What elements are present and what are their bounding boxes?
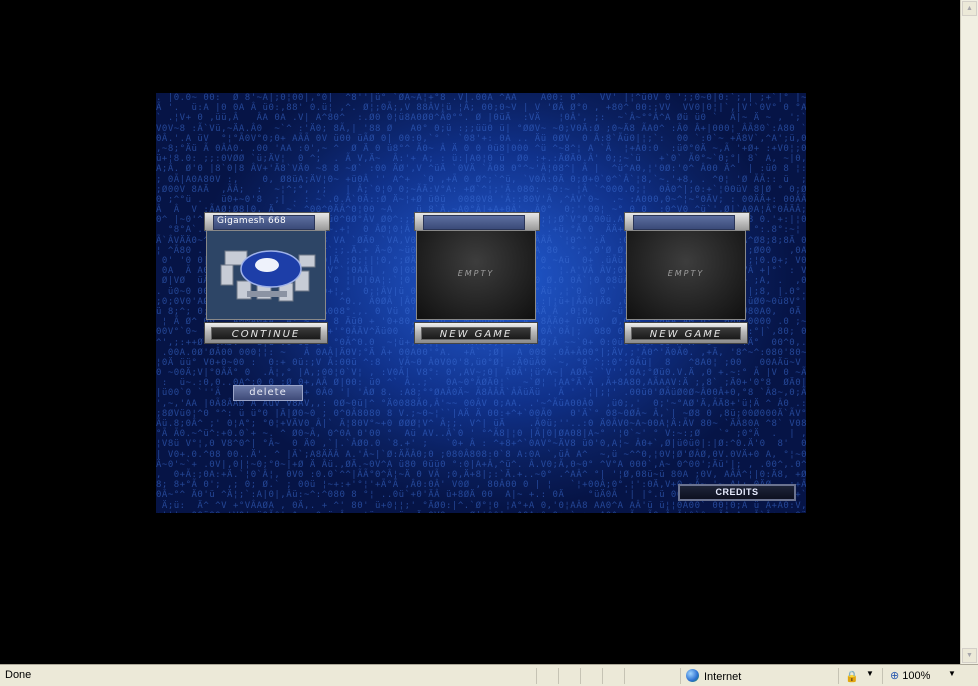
slot-1-title: Gigamesh 668	[217, 216, 287, 226]
vertical-scrollbar[interactable]: ▲ ▼	[960, 0, 978, 664]
scroll-down-icon[interactable]: ▼	[962, 648, 977, 663]
credits-button[interactable]: CREDITS	[678, 484, 796, 501]
magnifier-icon: ⊕	[890, 670, 900, 682]
zoom-control[interactable]: ⊕ 100%	[890, 669, 930, 682]
save-slot-2: EMPTY NEW GAME	[414, 212, 540, 348]
new-game-button-slot-2[interactable]: NEW GAME	[414, 322, 538, 344]
slot-1-preview[interactable]	[206, 230, 326, 320]
browser-viewport: . |0.0~ 00: Ø 8'~Ä|;0¦00|,°0| ^8''|ü° `Ø…	[0, 0, 960, 664]
slot-2-empty-label: EMPTY	[457, 269, 495, 278]
browser-status-bar: Done Internet 🔒 ▼ ⊕ 100% ▼	[0, 664, 978, 686]
status-text: Done	[5, 669, 32, 681]
continue-button[interactable]: CONTINUE	[204, 322, 328, 344]
chevron-down-icon[interactable]: ▼	[866, 669, 874, 678]
delete-button[interactable]: delete	[233, 385, 303, 401]
save-slot-1: Gigamesh 668 CONTINUE	[204, 212, 330, 348]
slot-3-header	[624, 212, 750, 231]
new-game-button-slot-3[interactable]: NEW GAME	[624, 322, 748, 344]
slot-2-header	[414, 212, 540, 231]
privacy-icon[interactable]: 🔒	[845, 670, 859, 683]
scroll-up-icon[interactable]: ▲	[962, 1, 977, 16]
slot-2-preview[interactable]: EMPTY	[416, 230, 536, 320]
slot-1-header: Gigamesh 668	[204, 212, 330, 231]
slot-3-empty-label: EMPTY	[667, 269, 705, 278]
robot-image	[207, 231, 325, 319]
zoom-chevron-down-icon[interactable]: ▼	[948, 669, 956, 678]
save-slot-3: EMPTY NEW GAME	[624, 212, 750, 348]
security-zone[interactable]: Internet	[686, 669, 741, 683]
slot-3-preview[interactable]: EMPTY	[626, 230, 746, 320]
globe-icon	[686, 669, 699, 682]
game-main-menu: . |0.0~ 00: Ø 8'~Ä|;0¦00|,°0| ^8''|ü° `Ø…	[156, 93, 806, 513]
